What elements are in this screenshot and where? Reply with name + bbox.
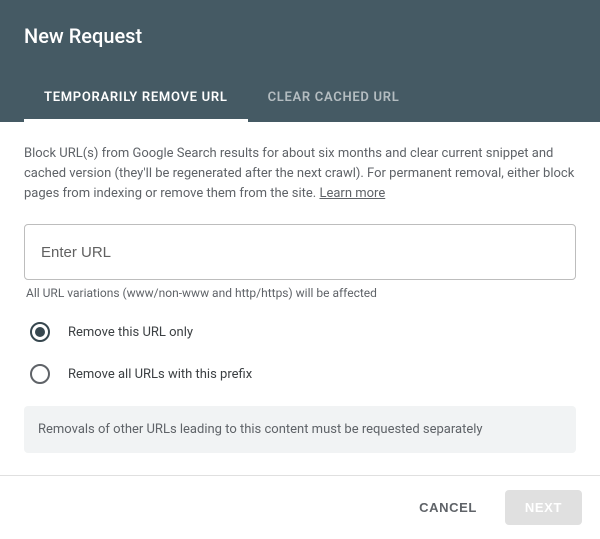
description-text: Block URL(s) from Google Search results … — [24, 144, 576, 204]
url-input[interactable] — [24, 224, 576, 280]
radio-label: Remove this URL only — [68, 325, 193, 340]
dialog-footer: CANCEL NEXT — [0, 475, 600, 539]
radio-remove-this-url[interactable]: Remove this URL only — [24, 322, 576, 342]
description-body: Block URL(s) from Google Search results … — [24, 146, 574, 201]
dialog-header: New Request TEMPORARILY REMOVE URL CLEAR… — [0, 0, 600, 122]
notice-box: Removals of other URLs leading to this c… — [24, 406, 576, 453]
dialog-title: New Request — [24, 24, 576, 48]
url-help-text: All URL variations (www/non-www and http… — [26, 286, 574, 300]
radio-label: Remove all URLs with this prefix — [68, 367, 252, 382]
cancel-button[interactable]: CANCEL — [399, 490, 497, 525]
tab-clear-cached-url[interactable]: CLEAR CACHED URL — [248, 78, 420, 122]
learn-more-link[interactable]: Learn more — [319, 186, 385, 201]
radio-icon — [30, 322, 50, 342]
tab-temporarily-remove-url[interactable]: TEMPORARILY REMOVE URL — [24, 78, 248, 122]
next-button[interactable]: NEXT — [505, 490, 582, 525]
dialog-content: Block URL(s) from Google Search results … — [0, 122, 600, 469]
radio-remove-prefix[interactable]: Remove all URLs with this prefix — [24, 364, 576, 384]
radio-icon — [30, 364, 50, 384]
url-input-wrap — [24, 224, 576, 280]
tabs: TEMPORARILY REMOVE URL CLEAR CACHED URL — [24, 78, 576, 122]
